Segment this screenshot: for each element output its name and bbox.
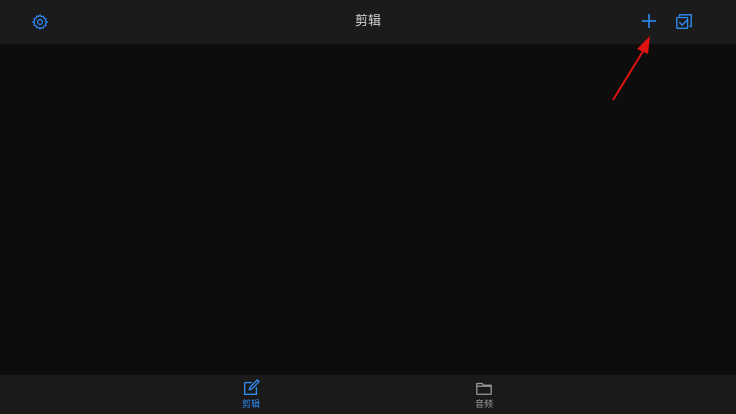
select-button[interactable] xyxy=(672,10,696,34)
edit-pencil-icon xyxy=(241,378,261,398)
annotation-arrow xyxy=(612,36,650,101)
tab-bar: 剪辑 音频 xyxy=(0,375,736,414)
tab-edit[interactable]: 剪辑 xyxy=(221,378,281,414)
folder-icon xyxy=(474,378,494,398)
app-window: 剪辑 剪辑 音频 xyxy=(0,0,736,414)
plus-icon xyxy=(642,14,656,28)
tab-edit-label: 剪辑 xyxy=(241,400,260,410)
tab-audio-label: 音频 xyxy=(474,400,493,410)
checkbox-select-icon xyxy=(676,14,692,29)
tab-audio[interactable]: 音频 xyxy=(454,378,514,414)
